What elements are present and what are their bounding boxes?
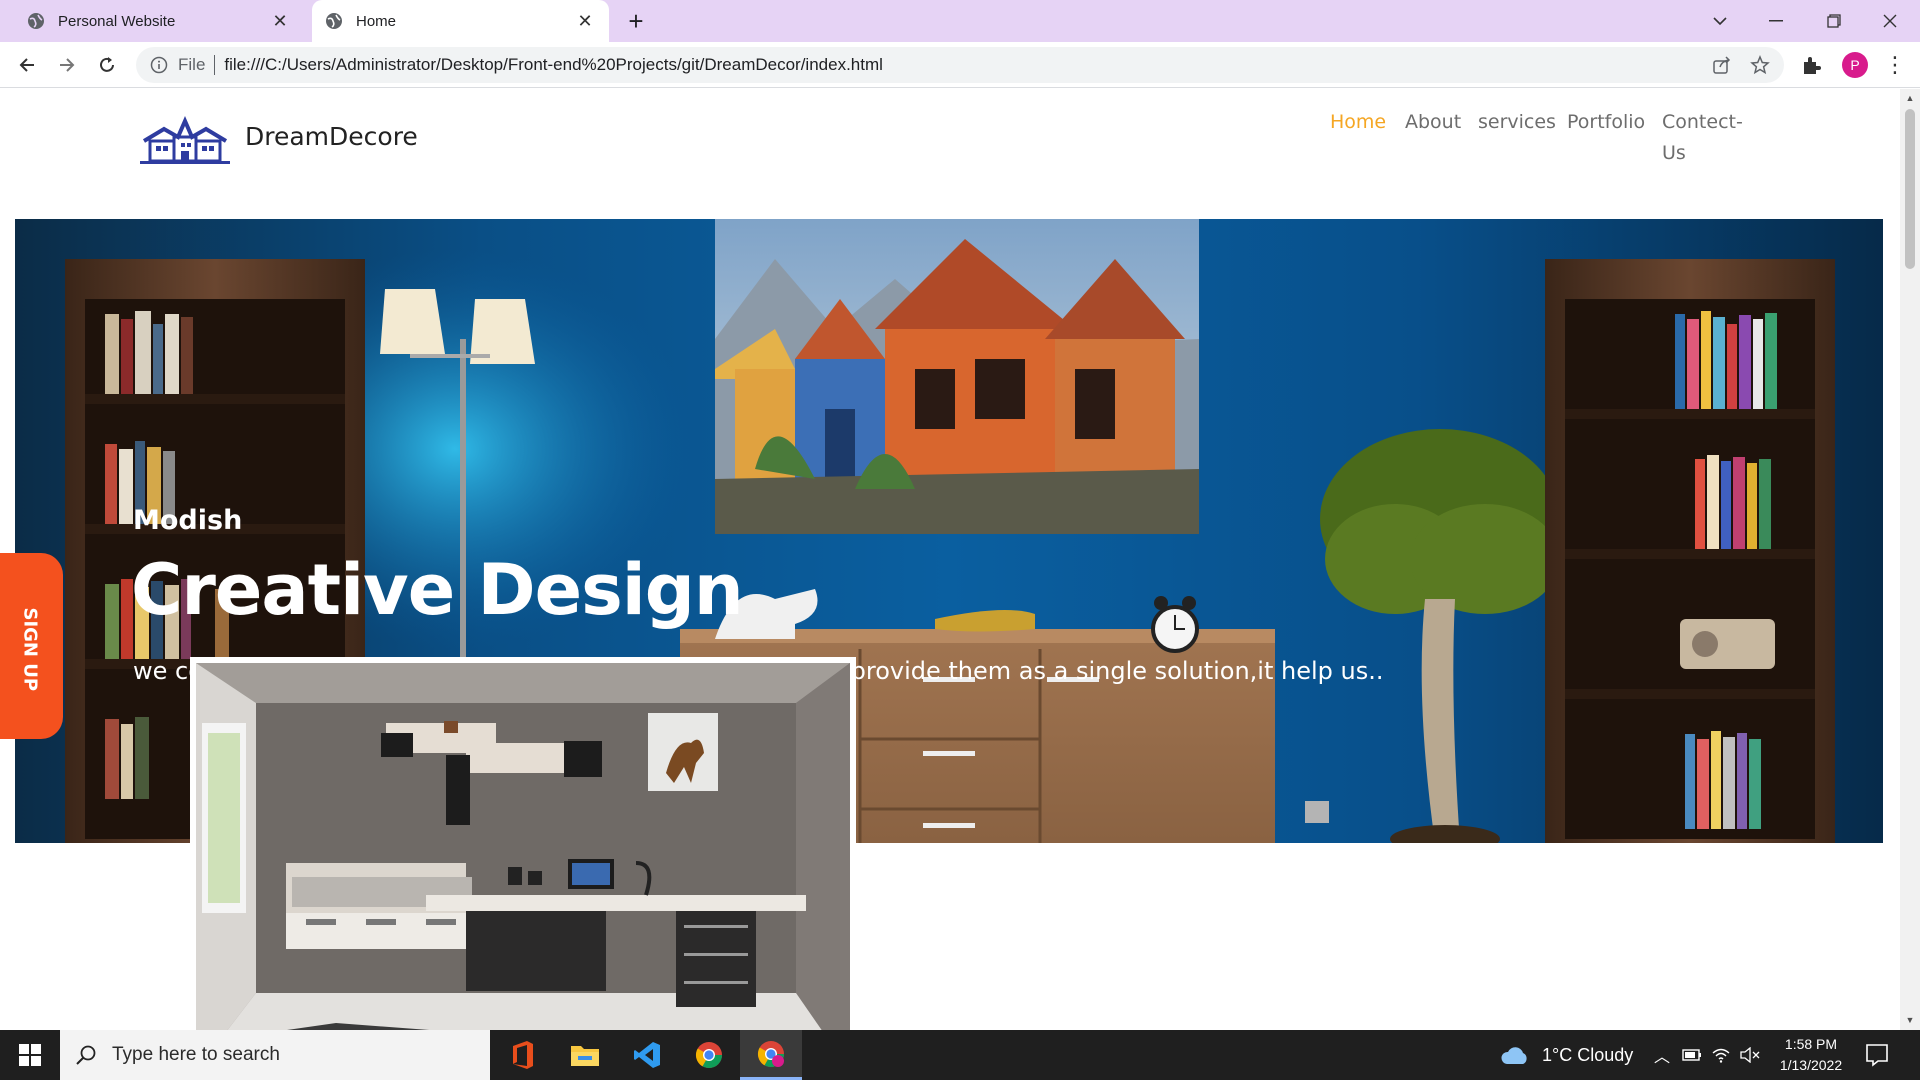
arrow-left-icon: [19, 58, 34, 72]
clock-date: 1/13/2022: [1779, 1057, 1843, 1073]
tab-home[interactable]: Home ✕: [312, 0, 609, 42]
start-button[interactable]: [0, 1030, 60, 1080]
taskbar-clock[interactable]: 1:58 PM 1/13/2022: [1772, 1034, 1850, 1076]
nav-home[interactable]: Home: [1330, 111, 1386, 133]
taskbar-file-explorer[interactable]: [554, 1030, 616, 1080]
browser-menu-icon[interactable]: ⋮: [1882, 52, 1908, 78]
globe-icon: [28, 13, 44, 29]
browser-tab-strip: Personal Website ✕ Home ✕ +: [0, 0, 1920, 42]
bedroom-render-image: [196, 663, 850, 1030]
share-icon[interactable]: [1712, 55, 1732, 75]
page-viewport: DreamDecore Home About services Portfoli…: [0, 89, 1900, 1030]
info-icon[interactable]: [150, 56, 168, 74]
tab-title: Home: [356, 12, 397, 30]
page-scrollbar[interactable]: ▲ ▼: [1900, 89, 1920, 1030]
clock-time: 1:58 PM: [1784, 1036, 1838, 1052]
folder-icon: [571, 1046, 599, 1066]
restore-button[interactable]: [1806, 0, 1862, 42]
close-window-button[interactable]: [1862, 0, 1918, 42]
nav-services[interactable]: services: [1478, 111, 1556, 133]
windows-logo-icon: [19, 1044, 41, 1066]
url-text[interactable]: file:///C:/Users/Administrator/Desktop/F…: [224, 55, 883, 75]
reload-icon: [100, 57, 114, 72]
site-brand-name[interactable]: DreamDecore: [245, 122, 418, 151]
url-scheme-label: File: [178, 55, 206, 74]
back-button[interactable]: [11, 49, 43, 81]
search-icon: [76, 1045, 96, 1065]
cloud-icon: [1501, 1047, 1527, 1064]
browser-toolbar: File file:///C:/Users/Administrator/Desk…: [0, 42, 1920, 88]
profile-avatar[interactable]: P: [1842, 52, 1868, 78]
taskbar-search-box[interactable]: Type here to search: [60, 1030, 490, 1080]
weather-text: 1°C Cloudy: [1542, 1044, 1634, 1065]
tray-icons: ︿: [1654, 1030, 1760, 1080]
taskbar-chrome-profile-active[interactable]: [740, 1030, 802, 1080]
room-image-card: [190, 657, 856, 1030]
taskbar-office-app[interactable]: [492, 1030, 554, 1080]
chrome-icon: [695, 1042, 723, 1069]
scrollbar-thumb[interactable]: [1905, 109, 1915, 269]
notification-icon[interactable]: [1864, 1042, 1890, 1068]
scroll-up-icon[interactable]: ▲: [1905, 93, 1915, 103]
bookmark-star-icon[interactable]: [1750, 55, 1770, 75]
office-icon: [513, 1041, 533, 1069]
taskbar-vscode[interactable]: [616, 1030, 678, 1080]
search-placeholder: Type here to search: [112, 1044, 280, 1065]
nav-contact-line1[interactable]: Contect-: [1662, 111, 1743, 133]
globe-icon: [326, 13, 342, 29]
taskbar-chrome[interactable]: [678, 1030, 740, 1080]
forward-button[interactable]: [51, 49, 83, 81]
wifi-icon[interactable]: [1712, 1047, 1730, 1063]
chevron-up-icon[interactable]: ︿: [1654, 1043, 1670, 1067]
close-tab-icon[interactable]: ✕: [270, 11, 290, 31]
windows-taskbar: Type here to search 1°C Cloudy ︿ 1:58 PM…: [0, 1030, 1920, 1080]
chrome-profile-icon: [757, 1040, 785, 1067]
nav-contact-line2[interactable]: Us: [1662, 142, 1686, 164]
weather-widget[interactable]: 1°C Cloudy: [1500, 1030, 1633, 1080]
battery-icon[interactable]: [1682, 1048, 1702, 1062]
signup-label: SIGN UP: [19, 607, 41, 692]
extensions-puzzle-icon[interactable]: [1800, 54, 1822, 76]
speaker-muted-icon[interactable]: [1740, 1047, 1760, 1063]
close-tab-icon[interactable]: ✕: [575, 11, 595, 31]
address-bar[interactable]: File file:///C:/Users/Administrator/Desk…: [136, 47, 1784, 83]
divider: [214, 55, 216, 75]
scroll-down-icon[interactable]: ▼: [1905, 1015, 1915, 1025]
hero-title: Creative Design: [131, 549, 744, 631]
tab-personal-website[interactable]: Personal Website ✕: [14, 0, 304, 42]
nav-about[interactable]: About: [1405, 111, 1461, 133]
house-logo-icon[interactable]: [138, 115, 232, 167]
minimize-button[interactable]: [1748, 0, 1804, 42]
signup-side-tab[interactable]: SIGN UP: [0, 553, 63, 739]
new-tab-button[interactable]: +: [622, 8, 650, 36]
arrow-right-icon: [60, 58, 75, 72]
nav-portfolio[interactable]: Portfolio: [1567, 111, 1645, 133]
vscode-icon: [634, 1042, 660, 1068]
hero-kicker: Modish: [133, 505, 243, 536]
tab-search-chevron-icon[interactable]: [1692, 0, 1748, 42]
reload-button[interactable]: [91, 49, 123, 81]
tab-title: Personal Website: [58, 12, 176, 30]
